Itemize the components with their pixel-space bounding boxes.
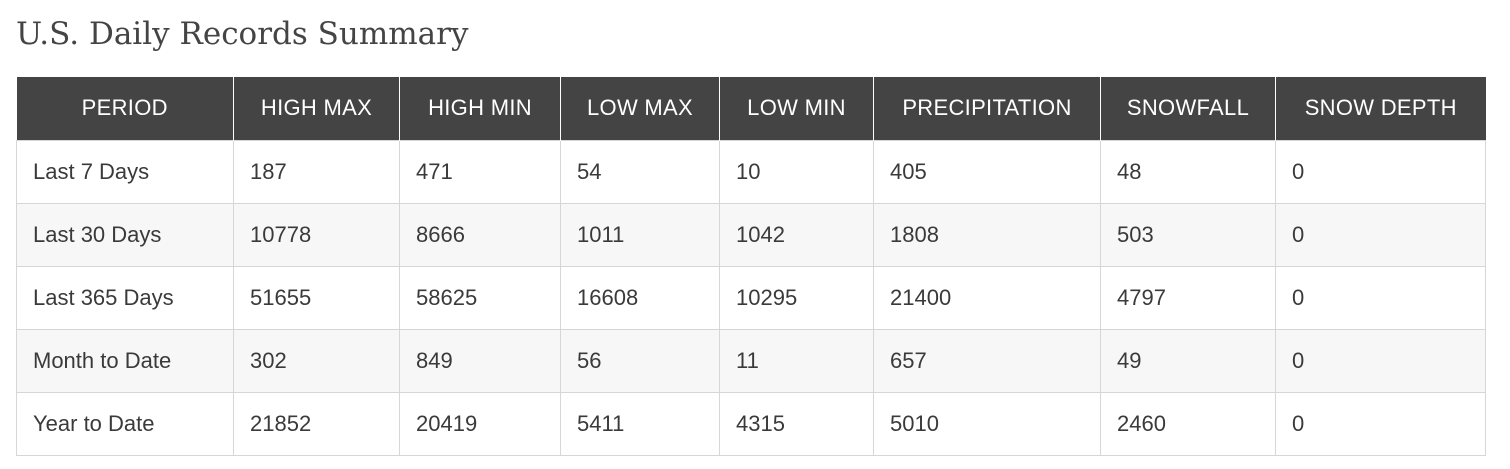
cell-period: Last 7 Days [16, 139, 234, 204]
records-table: PERIOD HIGH MAX HIGH MIN LOW MAX LOW MIN… [16, 77, 1486, 456]
cell-high-min: 849 [399, 328, 561, 393]
column-header-high-min: HIGH MIN [399, 77, 561, 140]
column-header-precipitation: PRECIPITATION [873, 77, 1101, 140]
cell-precipitation: 657 [873, 328, 1101, 393]
cell-high-max: 10778 [233, 202, 400, 267]
cell-low-max: 56 [560, 328, 720, 393]
cell-precipitation: 405 [873, 139, 1101, 204]
cell-high-max: 21852 [233, 391, 400, 456]
cell-snowfall: 2460 [1100, 391, 1276, 456]
cell-low-min: 10295 [719, 265, 874, 330]
table-row: Last 7 Days 187 471 54 10 405 48 0 [16, 139, 1486, 204]
cell-high-min: 20419 [399, 391, 561, 456]
table-row: Last 30 Days 10778 8666 1011 1042 1808 5… [16, 202, 1486, 267]
table-row: Year to Date 21852 20419 5411 4315 5010 … [16, 391, 1486, 456]
cell-low-min: 4315 [719, 391, 874, 456]
cell-high-min: 58625 [399, 265, 561, 330]
cell-snow-depth: 0 [1275, 265, 1486, 330]
column-header-high-max: HIGH MAX [233, 77, 400, 140]
cell-high-max: 187 [233, 139, 400, 204]
cell-low-min: 1042 [719, 202, 874, 267]
cell-period: Year to Date [16, 391, 234, 456]
table-header-row: PERIOD HIGH MAX HIGH MIN LOW MAX LOW MIN… [16, 77, 1486, 140]
cell-low-max: 54 [560, 139, 720, 204]
cell-snow-depth: 0 [1275, 202, 1486, 267]
cell-high-min: 471 [399, 139, 561, 204]
cell-high-min: 8666 [399, 202, 561, 267]
cell-snowfall: 48 [1100, 139, 1276, 204]
cell-period: Month to Date [16, 328, 234, 393]
cell-snowfall: 4797 [1100, 265, 1276, 330]
cell-low-min: 11 [719, 328, 874, 393]
column-header-snowfall: SNOWFALL [1100, 77, 1276, 140]
cell-high-max: 302 [233, 328, 400, 393]
cell-precipitation: 5010 [873, 391, 1101, 456]
cell-snowfall: 503 [1100, 202, 1276, 267]
cell-period: Last 30 Days [16, 202, 234, 267]
column-header-low-max: LOW MAX [560, 77, 720, 140]
cell-high-max: 51655 [233, 265, 400, 330]
column-header-period: PERIOD [16, 77, 234, 140]
cell-snow-depth: 0 [1275, 391, 1486, 456]
cell-low-min: 10 [719, 139, 874, 204]
cell-low-max: 5411 [560, 391, 720, 456]
cell-precipitation: 21400 [873, 265, 1101, 330]
cell-precipitation: 1808 [873, 202, 1101, 267]
cell-snow-depth: 0 [1275, 328, 1486, 393]
cell-low-max: 16608 [560, 265, 720, 330]
table-row: Month to Date 302 849 56 11 657 49 0 [16, 328, 1486, 393]
cell-low-max: 1011 [560, 202, 720, 267]
page-title: U.S. Daily Records Summary [16, 16, 469, 52]
column-header-snow-depth: SNOW DEPTH [1275, 77, 1486, 140]
cell-snowfall: 49 [1100, 328, 1276, 393]
table-row: Last 365 Days 51655 58625 16608 10295 21… [16, 265, 1486, 330]
cell-period: Last 365 Days [16, 265, 234, 330]
cell-snow-depth: 0 [1275, 139, 1486, 204]
column-header-low-min: LOW MIN [719, 77, 874, 140]
